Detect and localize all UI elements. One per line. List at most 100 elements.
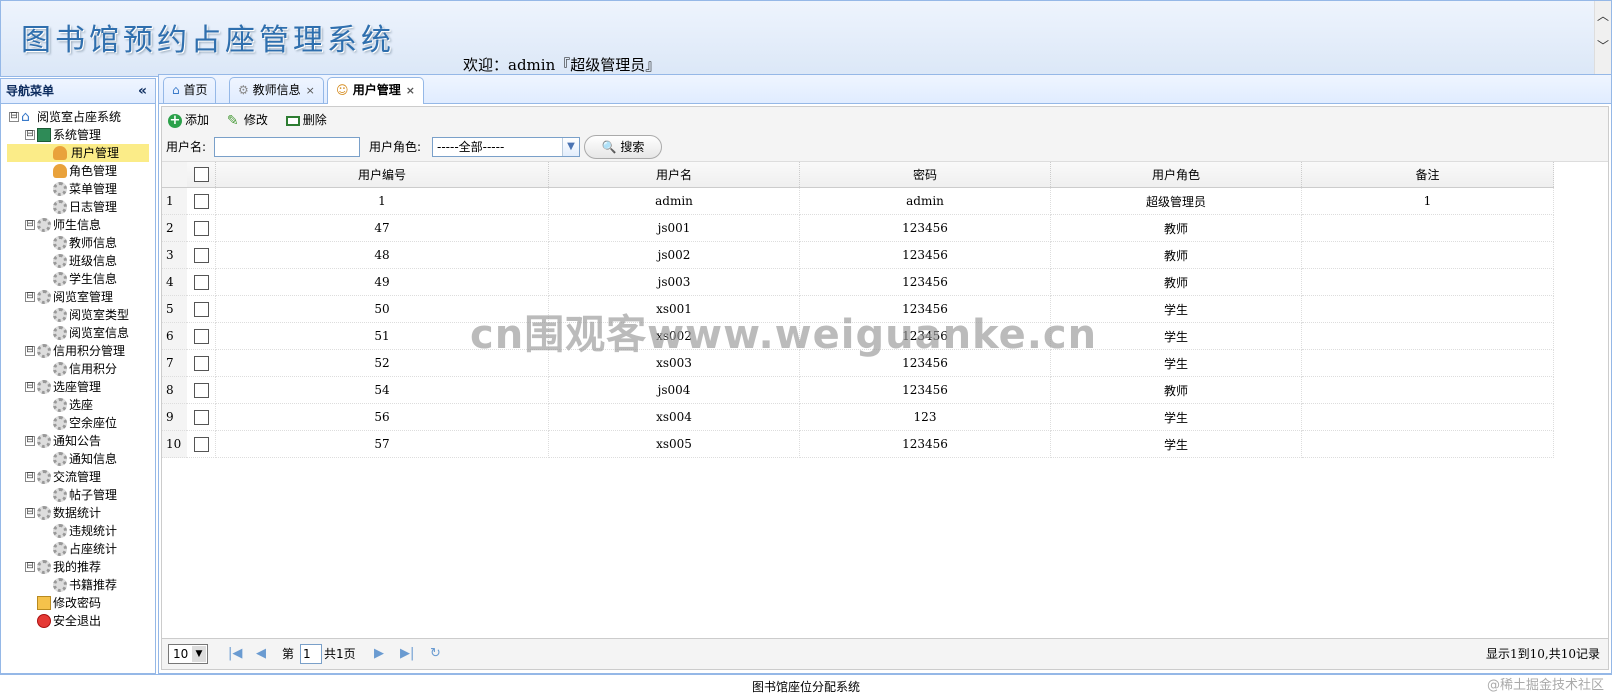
nav-item[interactable]: 书籍推荐 (1, 576, 155, 594)
table-row[interactable]: 1 1 admin admin 超级管理员 1 (162, 187, 1554, 215)
nav-item[interactable]: 用户管理 (7, 144, 149, 162)
nav-item[interactable]: ⊟ 数据统计 (1, 504, 155, 522)
row-checkbox[interactable] (193, 247, 209, 263)
tab-1[interactable]: ⚙ 教师信息 × (229, 77, 324, 103)
nav-item[interactable]: ⊟ 通知公告 (1, 432, 155, 450)
gear-icon (37, 560, 51, 574)
row-checkbox[interactable] (193, 355, 209, 371)
nav-item[interactable]: 教师信息 (1, 234, 155, 252)
table-row[interactable]: 7 52 xs003 123456 学生 (162, 349, 1554, 377)
nav-item[interactable]: ⊟ 交流管理 (1, 468, 155, 486)
chevron-down-icon[interactable]: ▼ (192, 646, 206, 662)
nav-item[interactable]: 角色管理 (1, 162, 155, 180)
next-page-icon[interactable]: ▶ (374, 639, 384, 669)
nav-item[interactable]: 信用积分 (1, 360, 155, 378)
username-input[interactable] (214, 137, 360, 157)
row-checkbox[interactable] (193, 274, 209, 290)
chevron-down-icon[interactable]: ▼ (562, 138, 579, 156)
nav-item[interactable]: 违规统计 (1, 522, 155, 540)
tab-0[interactable]: ⌂ 首页 (163, 77, 217, 103)
select-all-checkbox[interactable] (193, 167, 209, 182)
tree-toggle-icon[interactable]: ⊟ (25, 472, 35, 482)
nav-item[interactable]: 空余座位 (1, 414, 155, 432)
first-page-icon[interactable]: |◀ (228, 639, 242, 669)
tree-toggle-icon[interactable]: ⊟ (9, 112, 19, 122)
search-button[interactable]: 🔍 搜索 (584, 135, 662, 159)
scroll-down-icon[interactable]: ﹀ (1595, 31, 1611, 61)
table-row[interactable]: 4 49 js003 123456 教师 (162, 268, 1554, 296)
tree-toggle-icon[interactable]: ⊟ (25, 382, 35, 392)
gear-icon (53, 578, 67, 592)
row-checkbox[interactable] (193, 436, 209, 452)
last-page-icon[interactable]: ▶| (400, 639, 414, 669)
col-user-id[interactable]: 用户编号 (215, 162, 549, 188)
row-checkbox[interactable] (193, 220, 209, 236)
collapse-icon[interactable]: « (138, 79, 147, 103)
nav-item[interactable]: 阅览室信息 (1, 324, 155, 342)
tree-toggle-icon[interactable]: ⊟ (25, 346, 35, 356)
close-icon[interactable]: × (306, 84, 315, 97)
home-icon: ⌂ (21, 109, 30, 125)
row-checkbox[interactable] (193, 382, 209, 398)
edit-button[interactable]: ✎ 修改 (227, 107, 268, 133)
scroll-up-icon[interactable]: ︿ (1595, 1, 1611, 31)
tree-toggle-icon[interactable]: ⊟ (25, 562, 35, 572)
table-row[interactable]: 5 50 xs001 123456 学生 (162, 295, 1554, 323)
table-row[interactable]: 10 57 xs005 123456 学生 (162, 430, 1554, 458)
col-remark[interactable]: 备注 (1301, 162, 1554, 188)
tree-toggle-icon[interactable]: ⊟ (25, 436, 35, 446)
page-size-select[interactable]: 10 ▼ (168, 644, 208, 664)
nav-item[interactable]: 学生信息 (1, 270, 155, 288)
nav-item-label: 违规统计 (69, 524, 118, 538)
tab-2[interactable]: ☺ 用户管理 × (327, 77, 424, 104)
page-number-input[interactable]: 1 (300, 644, 322, 664)
nav-item[interactable]: ⊟ 信用积分管理 (1, 342, 155, 360)
table-row[interactable]: 8 54 js004 123456 教师 (162, 376, 1554, 404)
prev-page-icon[interactable]: ◀ (256, 639, 266, 669)
nav-item[interactable]: 通知信息 (1, 450, 155, 468)
tree-toggle-icon[interactable]: ⊟ (25, 292, 35, 302)
table-row[interactable]: 6 51 xs002 123456 学生 (162, 322, 1554, 350)
table-cell: js001 (548, 214, 800, 242)
row-checkbox[interactable] (193, 328, 209, 344)
nav-item[interactable]: ⊟ 阅览室管理 (1, 288, 155, 306)
page-scrollbar[interactable]: ︿ ﹀ (1594, 1, 1611, 76)
delete-label: 删除 (302, 113, 327, 127)
nav-item[interactable]: 日志管理 (1, 198, 155, 216)
role-select[interactable]: -----全部----- ▼ (432, 137, 580, 157)
refresh-icon[interactable]: ↻ (430, 639, 441, 669)
nav-item[interactable]: 占座统计 (1, 540, 155, 558)
nav-item[interactable]: ⊟ ⌂ 阅览室占座系统 (1, 108, 155, 126)
nav-item[interactable]: 修改密码 (1, 594, 155, 612)
row-checkbox[interactable] (193, 301, 209, 317)
tree-toggle-icon[interactable]: ⊟ (25, 508, 35, 518)
nav-item[interactable]: 班级信息 (1, 252, 155, 270)
col-role[interactable]: 用户角色 (1050, 162, 1302, 188)
add-button[interactable]: + 添加 (168, 107, 209, 133)
delete-button[interactable]: 删除 (285, 107, 327, 133)
table-cell: xs005 (548, 430, 800, 458)
nav-item[interactable]: 帖子管理 (1, 486, 155, 504)
nav-item[interactable]: ⊟ 选座管理 (1, 378, 155, 396)
pencil-icon: ✎ (226, 112, 239, 129)
nav-item[interactable]: ⊟ 师生信息 (1, 216, 155, 234)
tree-toggle-icon[interactable]: ⊟ (25, 130, 35, 140)
row-checkbox[interactable] (193, 409, 209, 425)
tree-toggle-icon[interactable]: ⊟ (25, 220, 35, 230)
table-row[interactable]: 2 47 js001 123456 教师 (162, 214, 1554, 242)
close-icon[interactable]: × (406, 84, 415, 97)
row-checkbox-cell (187, 403, 216, 431)
nav-item[interactable]: 安全退出 (1, 612, 155, 630)
nav-item[interactable]: 菜单管理 (1, 180, 155, 198)
table-cell: 教师 (1050, 376, 1302, 404)
nav-item[interactable]: ⊟ 我的推荐 (1, 558, 155, 576)
row-checkbox[interactable] (193, 193, 209, 209)
col-username[interactable]: 用户名 (548, 162, 800, 188)
nav-item[interactable]: ⊟ 系统管理 (1, 126, 155, 144)
col-password[interactable]: 密码 (799, 162, 1051, 188)
table-row[interactable]: 9 56 xs004 123 学生 (162, 403, 1554, 431)
nav-item[interactable]: 选座 (1, 396, 155, 414)
table-row[interactable]: 3 48 js002 123456 教师 (162, 241, 1554, 269)
nav-item[interactable]: 阅览室类型 (1, 306, 155, 324)
table-cell: 学生 (1050, 430, 1302, 458)
